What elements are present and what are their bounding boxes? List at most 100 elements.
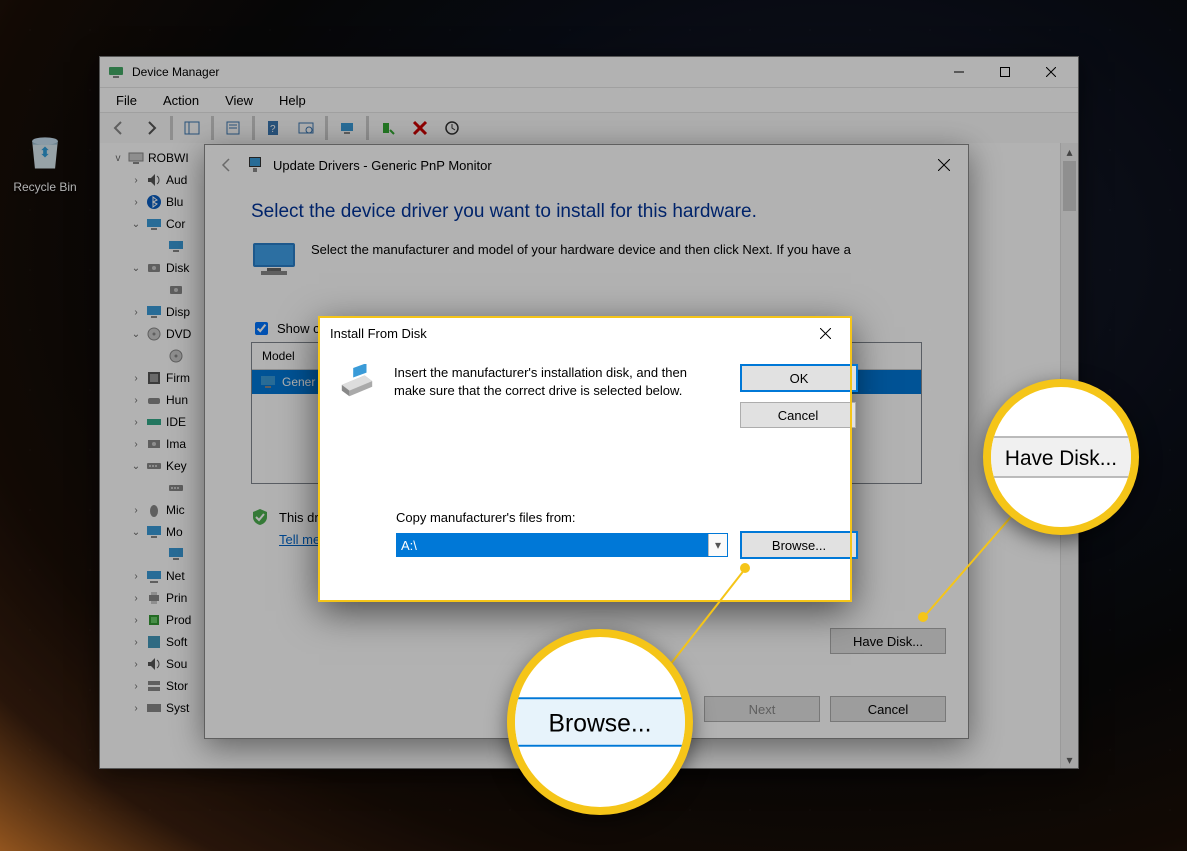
- uninstall-device-icon[interactable]: [405, 115, 435, 141]
- cancel-button[interactable]: Cancel: [830, 696, 946, 722]
- window-title: Device Manager: [132, 65, 936, 79]
- wizard-description: Select the manufacturer and model of you…: [311, 241, 851, 259]
- stor-icon: [146, 678, 162, 694]
- devmgr-icon: [108, 64, 124, 80]
- pc-icon: [168, 238, 184, 254]
- scan-changes-icon[interactable]: [437, 115, 467, 141]
- titlebar: Device Manager: [100, 57, 1078, 88]
- wizard-heading: Select the device driver you want to ins…: [251, 201, 922, 223]
- tree-item-label: Prin: [166, 591, 187, 605]
- tree-item-label: Key: [166, 459, 187, 473]
- toolbar-separator: [211, 116, 214, 140]
- monitor-small-icon: [247, 153, 263, 177]
- ifd-copy-label: Copy manufacturer's files from:: [396, 510, 832, 525]
- disk-drive-icon: [338, 364, 376, 402]
- mouse-icon: [146, 502, 162, 518]
- ifd-title: Install From Disk: [330, 326, 810, 341]
- install-from-disk-dialog: Install From Disk Insert the manufacture…: [319, 317, 851, 601]
- menu-action[interactable]: Action: [159, 91, 203, 110]
- scroll-thumb[interactable]: [1063, 161, 1076, 211]
- firm-icon: [146, 370, 162, 386]
- recycle-bin-icon: [23, 130, 67, 174]
- hid-icon: [146, 392, 162, 408]
- sys-icon: [146, 700, 162, 716]
- update-driver-icon[interactable]: [332, 115, 362, 141]
- tree-item-label: Firm: [166, 371, 190, 385]
- wizard-close-button[interactable]: [926, 151, 962, 179]
- tree-item-label: Hun: [166, 393, 188, 407]
- menu-view[interactable]: View: [221, 91, 257, 110]
- recycle-bin-label: Recycle Bin: [10, 180, 80, 194]
- ifd-browse-button[interactable]: Browse...: [740, 531, 858, 559]
- ide-icon: [146, 414, 162, 430]
- maximize-button[interactable]: [982, 57, 1028, 87]
- dvd-icon: [146, 326, 162, 342]
- wizard-back-button[interactable]: [213, 151, 241, 179]
- kb-icon: [168, 480, 184, 496]
- tree-item-label: Ima: [166, 437, 186, 451]
- toolbar-separator: [366, 116, 369, 140]
- ifd-path-value: A:\: [397, 534, 708, 556]
- speaker-icon: [146, 656, 162, 672]
- net-icon: [146, 568, 162, 584]
- dvd-icon: [168, 348, 184, 364]
- enable-device-icon[interactable]: [373, 115, 403, 141]
- tree-item-label: Mo: [166, 525, 183, 539]
- recycle-bin[interactable]: Recycle Bin: [10, 130, 80, 194]
- callout-browse-button: Browse...: [507, 697, 693, 746]
- signed-shield-icon: [251, 508, 269, 526]
- ifd-close-button[interactable]: [810, 321, 840, 345]
- menu-file[interactable]: File: [112, 91, 141, 110]
- show-hide-tree-icon[interactable]: [177, 115, 207, 141]
- help-icon[interactable]: ?: [259, 115, 289, 141]
- next-button[interactable]: Next: [704, 696, 820, 722]
- toolbar-separator: [252, 116, 255, 140]
- tree-item-label: Aud: [166, 173, 187, 187]
- have-disk-button[interactable]: Have Disk...: [830, 628, 946, 654]
- scroll-down-icon[interactable]: ▾: [1061, 751, 1078, 768]
- model-row-label: Gener: [282, 375, 315, 389]
- tree-item-label: Soft: [166, 635, 187, 649]
- tree-item-label: Net: [166, 569, 185, 583]
- speaker-icon: [146, 172, 162, 188]
- ifd-path-combobox[interactable]: A:\ ▾: [396, 533, 728, 557]
- tree-root-label: ROBWI: [148, 151, 189, 165]
- menubar: File Action View Help: [100, 88, 1078, 113]
- callout-havedisk-magnifier: Have Disk...: [983, 379, 1139, 535]
- nav-forward-icon[interactable]: [136, 115, 166, 141]
- close-button[interactable]: [1028, 57, 1074, 87]
- tree-item-label: Prod: [166, 613, 191, 627]
- computer-icon: [128, 150, 144, 166]
- svg-text:?: ?: [270, 124, 276, 135]
- tree-item-label: Mic: [166, 503, 185, 517]
- nav-back-icon[interactable]: [104, 115, 134, 141]
- wizard-title: Update Drivers - Generic PnP Monitor: [273, 158, 492, 173]
- print-icon: [146, 590, 162, 606]
- monitor-icon: [251, 241, 297, 277]
- callout-browse-magnifier: Browse...: [507, 629, 693, 815]
- desktop: Recycle Bin Device Manager File Action V…: [0, 0, 1187, 851]
- ifd-cancel-button[interactable]: Cancel: [740, 402, 856, 428]
- img-icon: [146, 436, 162, 452]
- dropdown-icon[interactable]: ▾: [708, 534, 727, 556]
- bluetooth-icon: [146, 194, 162, 210]
- display-icon: [146, 304, 162, 320]
- toolbar-separator: [325, 116, 328, 140]
- monitor-icon: [168, 546, 184, 562]
- ifd-message: Insert the manufacturer's installation d…: [394, 364, 722, 399]
- properties-icon[interactable]: [218, 115, 248, 141]
- scroll-up-icon[interactable]: ▴: [1061, 143, 1078, 160]
- ifd-ok-button[interactable]: OK: [740, 364, 858, 392]
- menu-help[interactable]: Help: [275, 91, 310, 110]
- disk-icon: [168, 282, 184, 298]
- tree-item-label: Cor: [166, 217, 185, 231]
- minimize-button[interactable]: [936, 57, 982, 87]
- show-compatible-input[interactable]: [255, 322, 268, 335]
- pc-icon: [146, 216, 162, 232]
- scan-hardware-icon[interactable]: [291, 115, 321, 141]
- tree-item-label: Blu: [166, 195, 183, 209]
- tree-item-label: IDE: [166, 415, 186, 429]
- callout-havedisk-button: Have Disk...: [983, 436, 1139, 478]
- tree-item-label: DVD: [166, 327, 191, 341]
- tree-item-label: Disk: [166, 261, 189, 275]
